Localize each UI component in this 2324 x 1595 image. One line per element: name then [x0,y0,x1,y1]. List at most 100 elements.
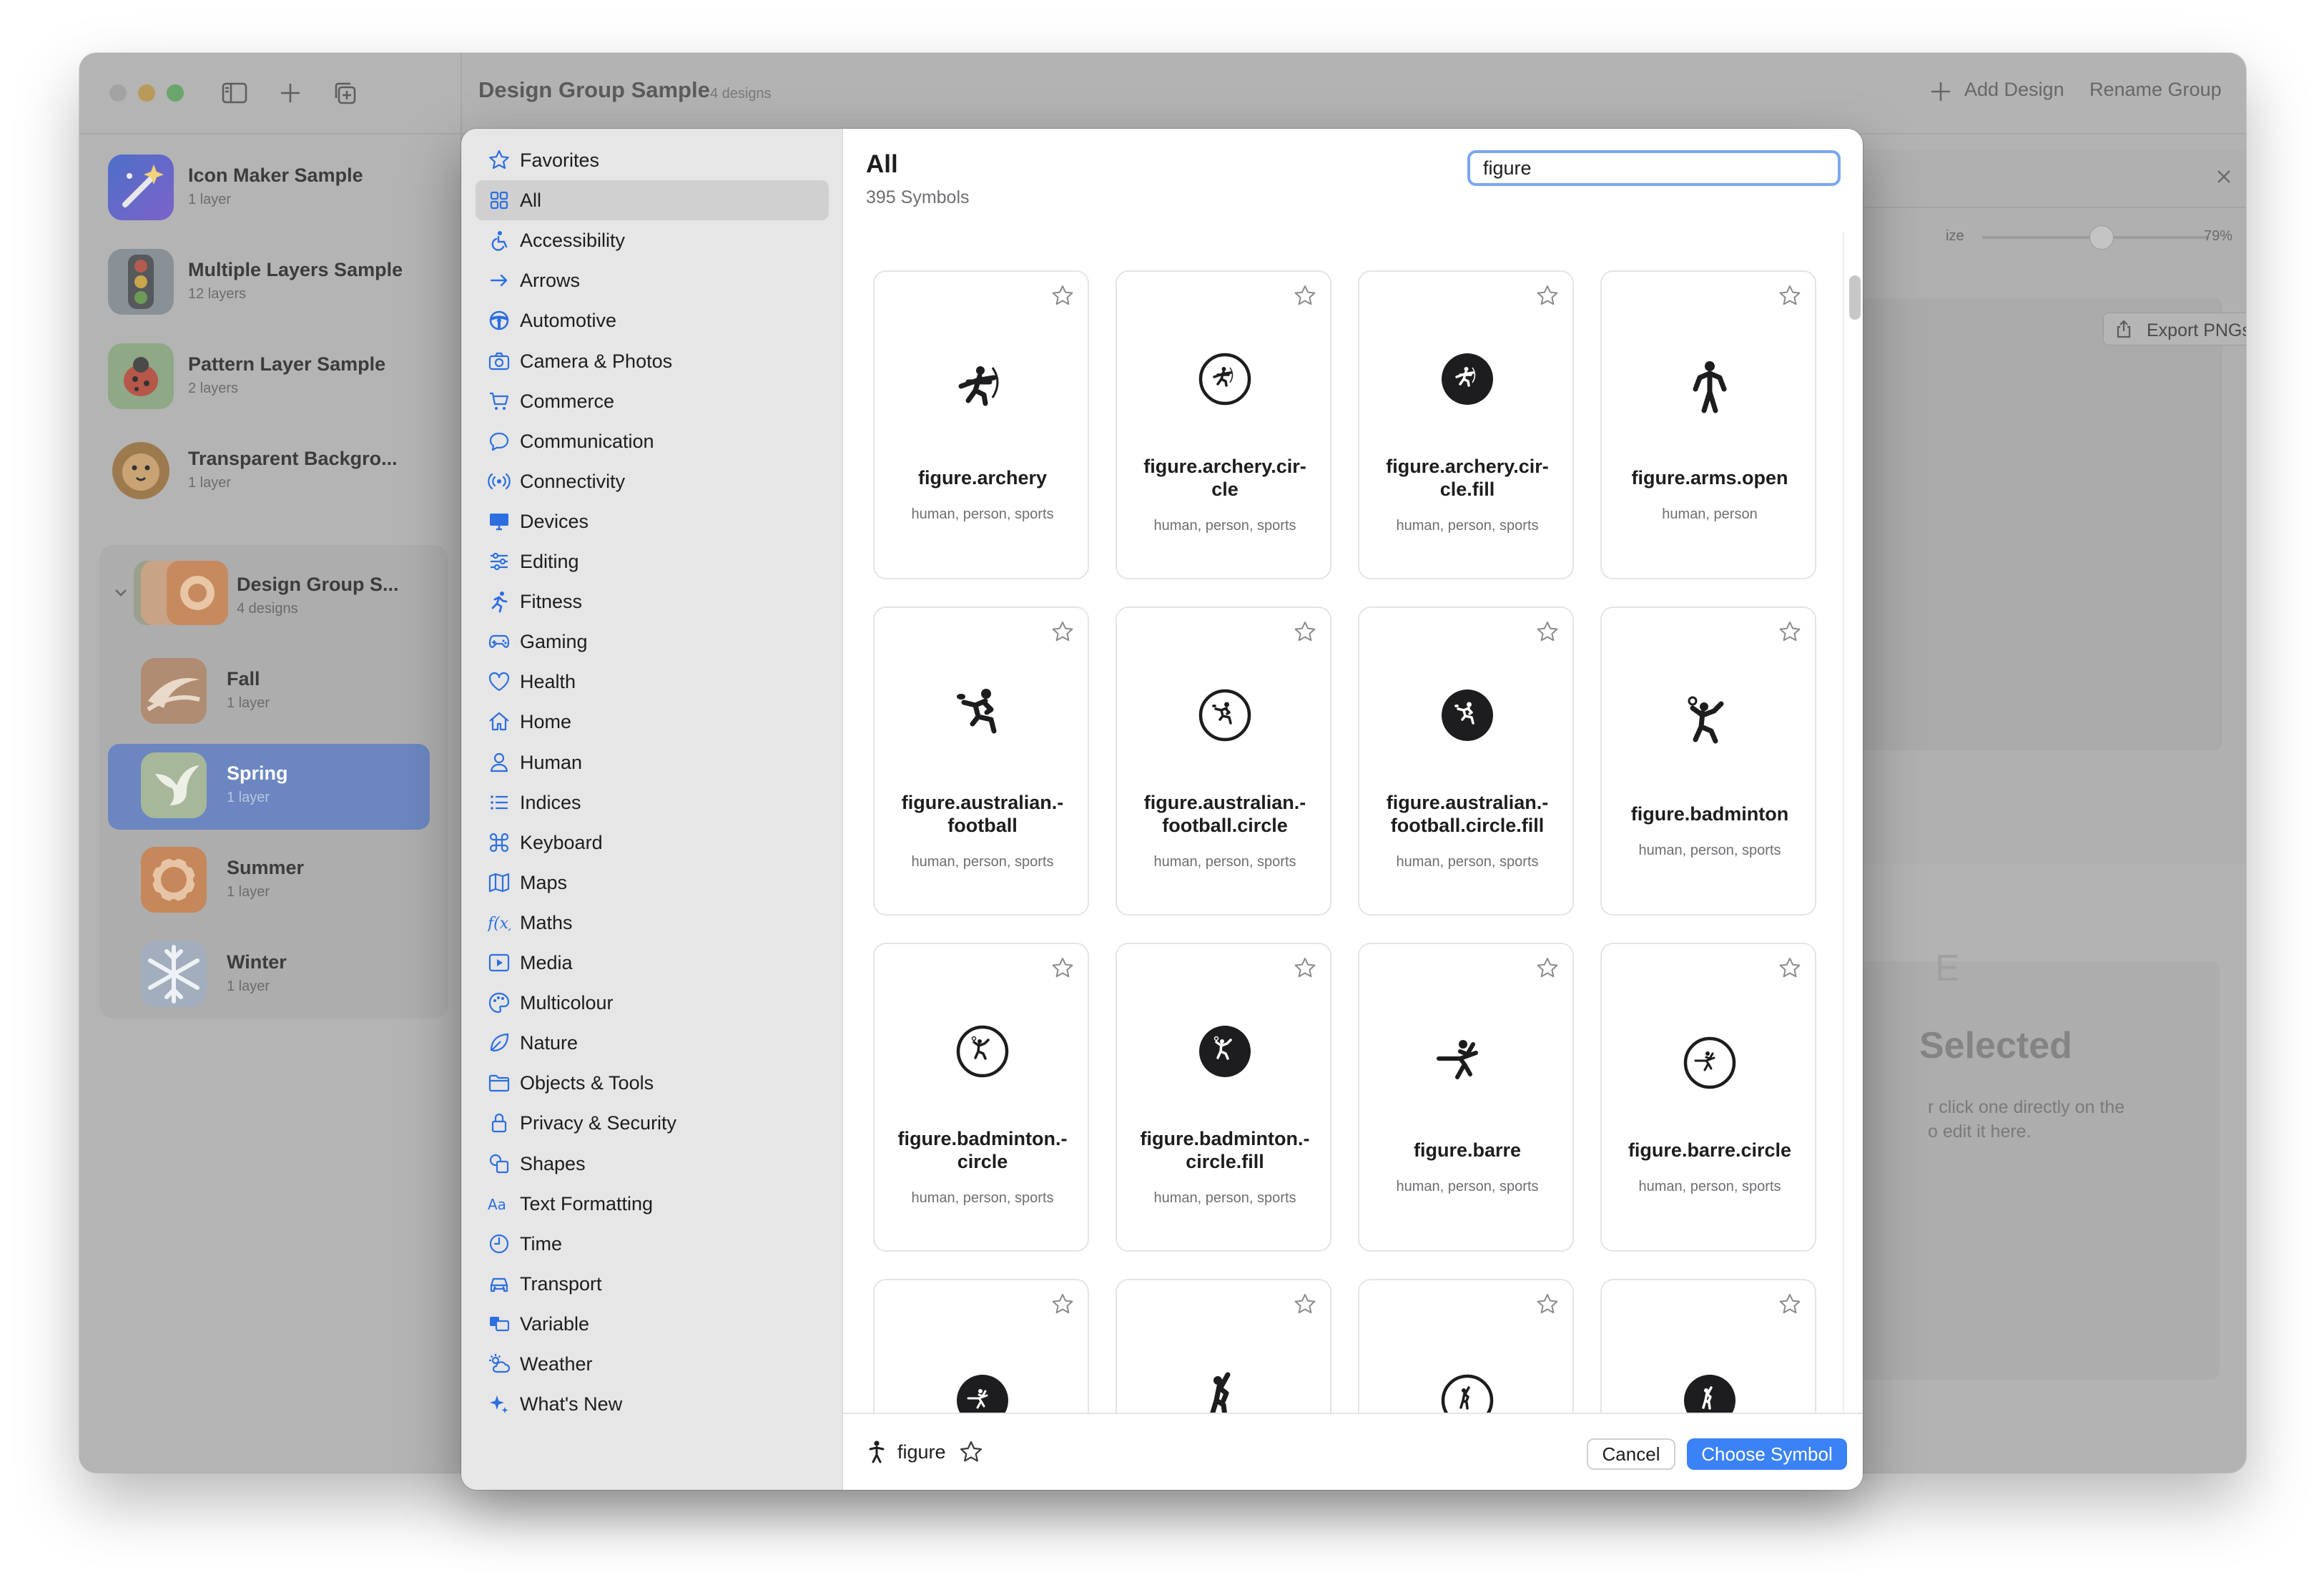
category-nature[interactable]: Nature [476,1023,843,1063]
symbol-tags: human, person, sports [1153,854,1296,870]
category-weather[interactable]: Weather [476,1344,843,1384]
scrollbar-thumb[interactable] [1849,275,1861,320]
symbol-tags: human, person, sports [1396,854,1539,870]
symbol-card[interactable]: figure.badminton.- circle human, person, … [873,943,1089,1252]
category-keyboard[interactable]: Keyboard [476,823,843,863]
leaf-thumbnail-icon [141,658,207,724]
sun-cloud-icon [487,1353,511,1377]
category-label: Variable [520,1312,590,1335]
add-design-button[interactable]: Add Design [1964,79,2064,101]
symbol-card[interactable] [1358,1279,1574,1413]
category-health[interactable]: Health [476,662,843,702]
symbol-card[interactable]: figure.badminton.- circle.fill human, per… [1116,943,1331,1252]
category-communication[interactable]: Communication [476,421,843,461]
size-slider-thumb[interactable] [2089,225,2114,250]
category-arrows[interactable]: Arrows [476,260,843,300]
duplicate-icon[interactable] [327,79,363,110]
chevron-down-icon[interactable] [112,584,129,601]
favorite-star-icon[interactable] [1535,956,1560,980]
design-item[interactable]: Multiple Layers Sample 12 layers [108,240,444,326]
close-icon[interactable] [2214,167,2234,187]
favorite-star-icon[interactable] [1535,1292,1560,1316]
category-text-formatting[interactable]: Aa Text Formatting [476,1184,843,1224]
category-connectivity[interactable]: Connectivity [476,461,843,501]
symbol-glyph-archer-circle-icon [1189,343,1261,415]
design-item-selected[interactable]: Spring 1 layer [137,744,473,830]
design-item[interactable]: Icon Maker Sample 1 layer [108,146,444,232]
category-fitness[interactable]: Fitness [476,581,843,622]
favorite-star-icon[interactable] [1293,283,1317,308]
rename-group-button[interactable]: Rename Group [2089,79,2222,101]
export-pngs-button[interactable]: Export PNGs [2103,313,2246,345]
zoom-window-button[interactable] [167,84,184,102]
category-camera-photos[interactable]: Camera & Photos [476,341,843,381]
favorite-star-icon[interactable] [1050,283,1075,308]
category-multicolour[interactable]: Multicolour [476,983,843,1023]
favorite-star-icon[interactable] [959,1440,983,1464]
cancel-button[interactable]: Cancel [1587,1438,1675,1470]
symbol-card[interactable]: figure.archery.cir- cle human, person, sp… [1116,270,1331,579]
favorite-star-icon[interactable] [1050,956,1075,980]
favorite-star-icon[interactable] [1535,283,1560,308]
category-commerce[interactable]: Commerce [476,381,843,421]
category-privacy-security[interactable]: Privacy & Security [476,1103,843,1143]
symbol-card[interactable]: figure.australian.- football.circle human… [1116,607,1331,916]
symbol-card[interactable]: figure.badminton human, person, sports [1600,607,1816,916]
favorite-star-icon[interactable] [1535,619,1560,644]
design-item[interactable]: Winter 1 layer [137,933,473,1019]
category-time[interactable]: Time [476,1224,843,1264]
favorite-star-icon[interactable] [1050,619,1075,644]
category-all[interactable]: All [476,180,829,221]
favorite-star-icon[interactable] [1778,619,1802,644]
category-gaming[interactable]: Gaming [476,622,843,662]
plus-icon[interactable] [1928,79,1954,104]
favorite-star-icon[interactable] [1778,956,1802,980]
category-shapes[interactable]: Shapes [476,1144,843,1184]
favorite-star-icon[interactable] [1778,1292,1802,1316]
symbol-card[interactable]: figure.arms.open human, person [1600,270,1816,579]
sidebar: Icon Maker Sample 1 layer Multiple Layer… [79,53,462,1473]
category-editing[interactable]: Editing [476,541,843,581]
favorite-star-icon[interactable] [1293,1292,1317,1316]
search-input[interactable] [1467,150,1841,186]
category-objects-tools[interactable]: Objects & Tools [476,1063,843,1103]
category-automotive[interactable]: Automotive [476,300,843,340]
symbol-card[interactable]: figure.australian.- football human, perso… [873,607,1089,916]
symbol-card[interactable] [1600,1279,1816,1413]
category-home[interactable]: Home [476,702,843,742]
category-devices[interactable]: Devices [476,501,843,541]
design-item[interactable]: Summer 1 layer [137,838,473,924]
minimize-window-button[interactable] [138,84,155,102]
category-what-s-new[interactable]: What's New [476,1384,843,1424]
category-variable[interactable]: Variable [476,1304,843,1344]
category-accessibility[interactable]: Accessibility [476,220,843,260]
design-item[interactable]: Pattern Layer Sample 2 layers [108,335,444,421]
favorite-star-icon[interactable] [1778,283,1802,308]
category-indices[interactable]: Indices [476,782,843,823]
category-media[interactable]: Media [476,943,843,983]
symbol-card[interactable]: figure.australian.- football.circle.fill… [1358,607,1574,916]
symbol-card[interactable]: figure.barre human, person, sports [1358,943,1574,1252]
symbol-card[interactable]: figure.archery.cir- cle.fill human, perso… [1358,270,1574,579]
category-human[interactable]: Human [476,742,843,782]
sidebar-toggle-icon[interactable] [217,79,252,110]
design-item[interactable]: Transparent Backgro... 1 layer [108,429,444,515]
category-transport[interactable]: Transport [476,1264,843,1304]
favorite-star-icon[interactable] [1293,956,1317,980]
symbol-card[interactable] [1116,1279,1331,1413]
plus-icon[interactable] [272,79,308,110]
design-item[interactable]: Fall 1 layer [137,649,473,735]
symbol-card[interactable]: figure.archery human, person, sports [873,270,1089,579]
favorite-star-icon[interactable] [1293,619,1317,644]
favorite-star-icon[interactable] [1050,1292,1075,1316]
category-maps[interactable]: Maps [476,863,843,903]
category-maths[interactable]: f(x) Maths [476,903,843,943]
close-window-button[interactable] [109,84,127,102]
symbol-card[interactable]: figure.barre.circle human, person, sports [1600,943,1816,1252]
symbol-glyph-baseball-circle-fill-icon [1674,1365,1746,1413]
steering-wheel-icon [487,309,511,333]
symbol-card[interactable] [873,1279,1089,1413]
category-favorites[interactable]: Favorites [476,140,843,180]
size-value: 79% [2204,228,2233,244]
choose-symbol-button[interactable]: Choose Symbol [1687,1438,1847,1470]
